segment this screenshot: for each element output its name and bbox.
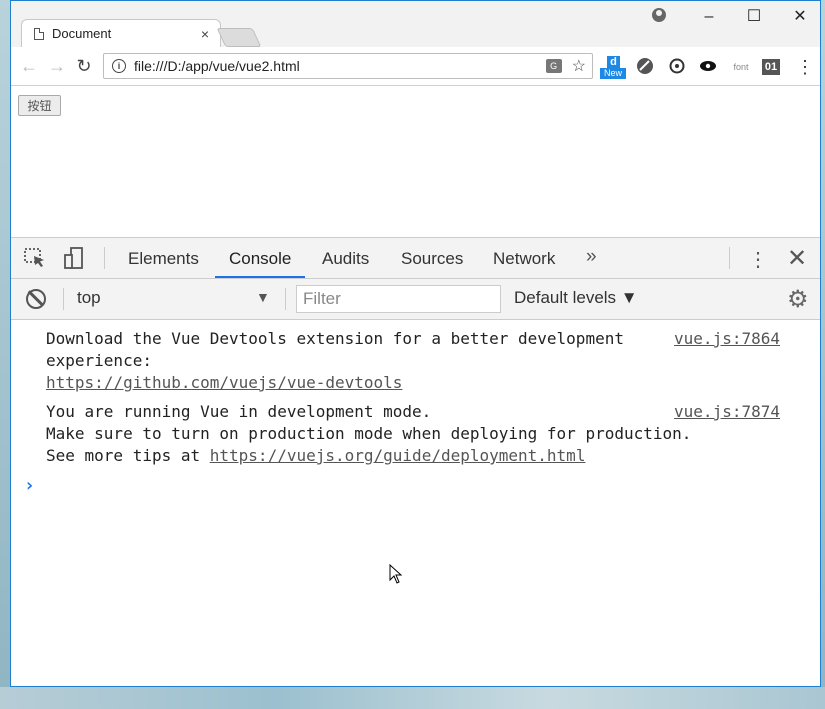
extension-sync-icon[interactable]	[667, 57, 687, 77]
maximize-button[interactable]: ☐	[741, 7, 767, 27]
tab-title: Document	[52, 26, 112, 41]
chevron-down-icon[interactable]: ▼	[256, 289, 270, 305]
new-badge: New	[600, 68, 626, 79]
devtools-close-icon[interactable]: ✕	[787, 244, 807, 273]
tab-elements[interactable]: Elements	[114, 238, 213, 278]
tab-network[interactable]: Network	[479, 238, 569, 278]
browser-tab[interactable]: Document ×	[21, 19, 221, 47]
message-line: You are running Vue in development mode.	[46, 402, 432, 421]
info-icon[interactable]: i	[112, 59, 126, 73]
gear-icon[interactable]: ⚙	[787, 285, 809, 314]
device-toolbar-icon[interactable]	[63, 246, 87, 270]
mouse-cursor-icon	[389, 564, 403, 584]
devtools-panel: Elements Console Audits Sources Network …	[11, 237, 820, 686]
translate-icon[interactable]: G	[545, 59, 562, 73]
source-link[interactable]: vue.js:7874	[674, 401, 780, 423]
minimize-button[interactable]: –	[696, 7, 722, 27]
filter-separator	[285, 288, 286, 310]
console-message: Download the Vue Devtools extension for …	[46, 328, 624, 394]
page-button[interactable]: 按钮	[18, 95, 61, 116]
document-icon	[34, 27, 44, 40]
message-prefix: See more tips at	[46, 446, 210, 465]
extension-leaf-icon[interactable]	[635, 57, 655, 77]
page-content: 按钮	[11, 86, 820, 237]
menu-icon[interactable]: ⋮	[795, 57, 815, 77]
message-line: Download the Vue Devtools extension for …	[46, 329, 624, 348]
levels-dropdown[interactable]: Default levels ▼	[514, 288, 638, 308]
console-prompt-icon[interactable]: ›	[24, 475, 35, 496]
desktop-background	[0, 687, 825, 709]
extension-01-icon[interactable]: 01	[762, 59, 780, 75]
new-tab-button[interactable]	[216, 28, 262, 47]
tab-audits[interactable]: Audits	[308, 238, 383, 278]
close-window-button[interactable]: ✕	[787, 7, 813, 27]
devtools-menu-icon[interactable]: ⋮	[748, 247, 768, 272]
extension-eye-icon[interactable]	[698, 57, 718, 77]
tab-console[interactable]: Console	[215, 238, 306, 278]
back-button[interactable]: ←	[19, 56, 39, 76]
clear-console-icon[interactable]	[26, 289, 46, 309]
browser-toolbar: ← → ↻ i file:///D:/app/vue/vue2.html G ☆…	[11, 47, 820, 86]
inspect-element-icon[interactable]	[23, 246, 47, 270]
context-selector[interactable]: top	[77, 288, 101, 308]
tab-close-icon[interactable]: ×	[196, 26, 214, 42]
tab-separator	[104, 247, 105, 269]
address-bar[interactable]: i file:///D:/app/vue/vue2.html G ☆	[103, 53, 593, 79]
message-link[interactable]: https://github.com/vuejs/vue-devtools	[46, 373, 402, 392]
title-bar: Document × – ☐ ✕	[11, 1, 820, 47]
console-message: You are running Vue in development mode.…	[46, 401, 691, 467]
message-line: experience:	[46, 351, 152, 370]
tab-separator	[729, 247, 730, 269]
bookmark-star-icon[interactable]: ☆	[572, 56, 586, 76]
filter-separator	[63, 288, 64, 310]
more-tabs-icon[interactable]: »	[586, 246, 597, 268]
browser-window: Document × – ☐ ✕ ← → ↻ i file:///D:/app/…	[10, 0, 821, 687]
console-output: Download the Vue Devtools extension for …	[11, 320, 820, 686]
filter-input[interactable]	[296, 285, 501, 313]
extension-font-icon[interactable]: font	[728, 57, 754, 77]
message-line: Make sure to turn on production mode whe…	[46, 424, 692, 443]
extension-new-icon[interactable]: d New	[600, 56, 626, 80]
profile-icon[interactable]	[652, 8, 666, 22]
devtools-tab-bar: Elements Console Audits Sources Network …	[11, 238, 820, 279]
url-text[interactable]: file:///D:/app/vue/vue2.html	[134, 58, 546, 74]
console-filter-bar: top ▼ Default levels ▼ ⚙	[11, 279, 820, 320]
message-link[interactable]: https://vuejs.org/guide/deployment.html	[210, 446, 586, 465]
forward-button[interactable]: →	[47, 56, 67, 76]
reload-button[interactable]: ↻	[74, 56, 94, 76]
tab-sources[interactable]: Sources	[387, 238, 477, 278]
source-link[interactable]: vue.js:7864	[674, 328, 780, 350]
